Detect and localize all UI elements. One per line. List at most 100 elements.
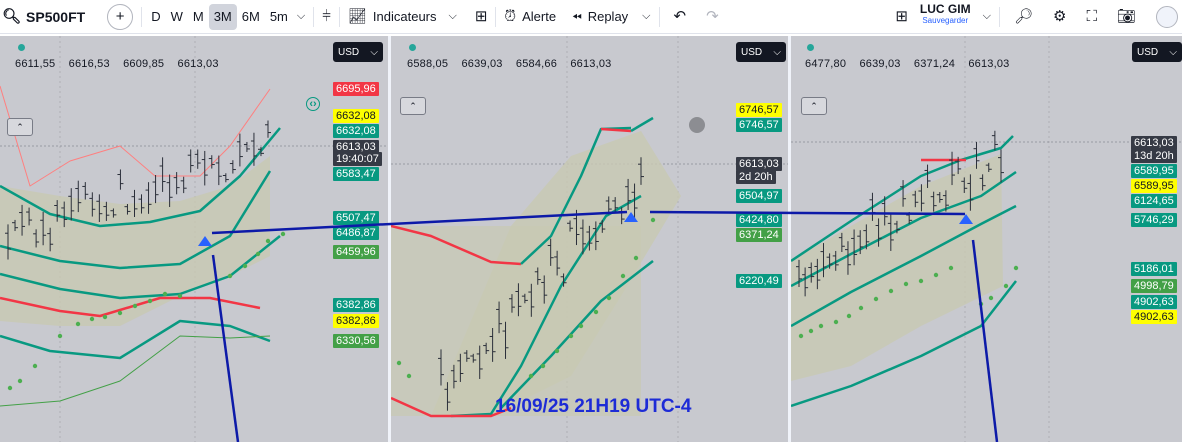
alert-label: Alerte (522, 9, 557, 24)
search-icon: 🔍︎ (2, 8, 22, 25)
chart-type-button[interactable]: ⫩ (318, 4, 335, 30)
ohlc-high: 6616,53 (68, 58, 110, 70)
sar-dot (75, 321, 81, 327)
channel-fill-base (391, 226, 641, 416)
indicators-button[interactable]: 📈︎ Indicateurs ⌵ (344, 4, 461, 30)
price-tag: 6424,80 (736, 213, 782, 227)
sar-dot (89, 316, 95, 322)
chart-canvas[interactable] (391, 36, 788, 442)
ohlc-legend: 6588,05 6639,03 6584,66 6613,03 (407, 58, 621, 70)
collapse-button[interactable]: ⌃ (801, 97, 827, 115)
sar-dot (7, 385, 13, 391)
outer-lower-band (0, 319, 271, 360)
symbol-search[interactable]: 🔍︎ SP500FT (0, 4, 89, 30)
timestamp-annotation: 16/09/25 21H19 UTC-4 (495, 396, 692, 417)
sar-dot (406, 373, 412, 379)
alert-button[interactable]: ⏰︎ Alerte (500, 4, 560, 30)
gear-icon: ⚙ (1052, 8, 1067, 25)
grid-icon: ⊞ (474, 8, 488, 25)
settings-button[interactable]: ⚙ (1049, 4, 1070, 30)
ohlc-legend: 6611,55 6616,53 6609,85 6613,03 (15, 58, 229, 70)
sar-dot (903, 281, 909, 287)
price-tag: 6632,08 (333, 124, 379, 138)
timeframe-6m[interactable]: 6M (237, 4, 265, 30)
sar-dot (177, 293, 183, 299)
sar-dot (540, 363, 546, 369)
fullscreen-button[interactable]: ⛶ (1082, 4, 1101, 30)
alarm-clock-icon: ⏰︎ (504, 8, 517, 25)
chart-panel-1[interactable]: 6611,55 6616,53 6609,85 6613,03 USD ⌵ ⌃ … (0, 36, 388, 442)
chart-canvas[interactable] (0, 36, 388, 442)
sar-dot (798, 333, 804, 339)
ohlc-high: 6639,03 (461, 58, 503, 70)
price-tag: 6746,57 (736, 103, 782, 117)
collapse-button[interactable]: ⌃ (7, 118, 33, 136)
price-tag: 6583,47 (333, 167, 379, 181)
currency-selector[interactable]: USD ⌵ (333, 42, 383, 62)
sar-dot (650, 217, 656, 223)
ohlc-close: 6613,03 (570, 58, 612, 70)
price-tag: 6589,95 (1131, 164, 1177, 178)
chevron-up-icon: ⌃ (409, 100, 417, 111)
separator (998, 6, 1000, 27)
chevron-down-icon: ⌵ (296, 10, 306, 22)
currency-selector[interactable]: USD ⌵ (736, 42, 786, 62)
sar-dot (568, 333, 574, 339)
separator (658, 6, 660, 27)
publish-button[interactable] (1152, 4, 1182, 30)
outer-upper-band (0, 85, 271, 187)
price-tag: 4902,63 (1131, 295, 1177, 309)
chart-panel-3[interactable]: 6477,80 6639,03 6371,24 6613,03 USD ⌵ ⌃ … (791, 36, 1182, 442)
timeframe-m[interactable]: M (188, 4, 209, 30)
collapse-button[interactable]: ⌃ (400, 97, 426, 115)
timeframe-d[interactable]: D (146, 4, 165, 30)
replay-button[interactable]: ⏪︎ Replay ⌵ (568, 4, 654, 30)
snapshot-button[interactable]: 📷︎ (1113, 4, 1140, 30)
currency-selector[interactable]: USD ⌵ (1132, 42, 1182, 62)
sar-dot (1003, 283, 1009, 289)
timeframe-dropdown[interactable]: ⌵ (293, 4, 309, 30)
ohlc-open: 6588,05 (407, 58, 449, 70)
price-tag: 5186,01 (1131, 262, 1177, 276)
chevron-up-icon: ⌃ (810, 100, 818, 111)
zoom-search-icon: 🔎︎ (1013, 8, 1033, 25)
sar-dot (620, 273, 626, 279)
redo-button[interactable]: ↷ (702, 4, 723, 30)
sar-dot (102, 314, 108, 320)
chevron-down-icon: ⌵ (1169, 46, 1177, 58)
price-tag: 6382,86 (333, 314, 379, 328)
code-icon[interactable]: ‹› (306, 97, 320, 111)
chevron-down-icon: ⌵ (773, 46, 781, 58)
ohlc-legend: 6477,80 6639,03 6371,24 6613,03 (805, 58, 1019, 70)
sar-dot (858, 305, 864, 311)
sar-dot (593, 309, 599, 315)
chevron-down-icon: ⌵ (982, 10, 991, 22)
price-tag: 6695,96 (333, 82, 379, 96)
sar-dot (242, 263, 248, 269)
sar-dot (578, 323, 584, 329)
undo-button[interactable]: ↶ (670, 4, 691, 30)
candles-icon: ⫩ (322, 8, 331, 25)
layout-dropdown[interactable]: ⌵ (979, 4, 995, 30)
layout-grid-button[interactable]: ⊞ (891, 4, 912, 30)
price-tag: 4998,79 (1131, 279, 1177, 293)
separator (495, 6, 497, 27)
market-status-icon (807, 44, 814, 51)
countdown-tag: 2d 20h (736, 170, 776, 184)
last-price-tag: 6613,03 (736, 157, 782, 171)
chart-panel-2[interactable]: 6588,05 6639,03 6584,66 6613,03 USD ⌵ ⌃ … (391, 36, 788, 442)
compare-button[interactable]: + (103, 3, 137, 30)
quick-search-button[interactable]: 🔎︎ (1010, 4, 1037, 30)
layouts-button[interactable]: ⊞ (471, 4, 492, 30)
timeframe-3m[interactable]: 3M (208, 3, 237, 30)
price-tag: 6330,56 (333, 334, 379, 348)
chevron-down-icon: ⌵ (642, 10, 651, 22)
price-tag: 4902,63 (1131, 310, 1177, 324)
timeframe-w[interactable]: W (166, 4, 188, 30)
timeframe-5m[interactable]: 5m (265, 4, 293, 30)
price-tag: 6124,65 (1131, 194, 1177, 208)
chart-canvas[interactable] (791, 36, 1182, 442)
replay-label: Replay (587, 9, 629, 24)
price-tag: 6459,96 (333, 245, 379, 259)
user-layout-button[interactable]: LUC GIM Sauvegarder (912, 3, 979, 30)
